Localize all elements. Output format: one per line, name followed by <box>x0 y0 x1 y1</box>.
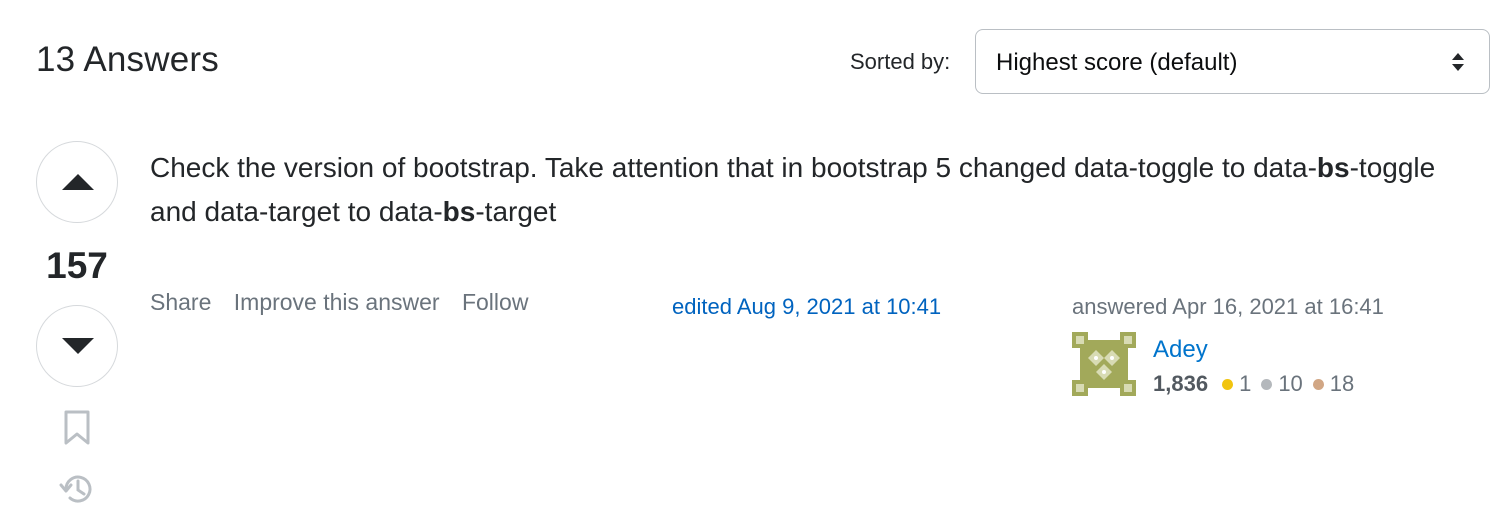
chevron-up-icon <box>62 174 94 190</box>
bronze-badge-count: 18 <box>1329 371 1355 396</box>
upvote-button[interactable] <box>36 141 118 223</box>
share-link[interactable]: Share <box>150 289 211 315</box>
silver-badge-dot-icon <box>1261 378 1273 390</box>
bronze-badge-dot-icon <box>1312 378 1324 390</box>
reputation-score: 1,836 <box>1153 371 1209 396</box>
gold-badge-dot-icon <box>1222 378 1234 390</box>
gold-badge: 1 <box>1222 371 1251 397</box>
vote-count: 157 <box>46 245 108 286</box>
silver-badge: 10 <box>1261 371 1303 397</box>
chevron-down-icon <box>62 338 94 354</box>
sort-select-value: Highest score (default) <box>996 49 1238 76</box>
sort-label: Sorted by: <box>850 49 951 74</box>
answer-text-1: Check the version of bootstrap. Take att… <box>150 152 1317 183</box>
bookmark-icon[interactable] <box>63 410 91 446</box>
sort-arrows-icon <box>1452 53 1464 71</box>
post-menu: Share Improve this answer Follow <box>150 289 544 316</box>
answer-bold-2: bs <box>442 196 476 227</box>
answer-text-3: -target <box>475 196 557 227</box>
bronze-badge: 18 <box>1312 371 1355 397</box>
user-reputation-row: 1,836 1 10 18 <box>1153 371 1364 397</box>
user-name[interactable]: Adey <box>1153 336 1208 364</box>
downvote-button[interactable] <box>36 305 118 387</box>
sort-select[interactable]: Highest score (default) <box>975 29 1490 94</box>
answer-bold-1: bs <box>1316 152 1350 183</box>
history-icon[interactable] <box>58 470 96 508</box>
improve-answer-link[interactable]: Improve this answer <box>234 289 440 315</box>
avatar[interactable] <box>1072 332 1136 396</box>
edited-link[interactable]: edited Aug 9, 2021 at 10:41 <box>672 294 941 320</box>
silver-badge-count: 10 <box>1278 371 1303 396</box>
answer-body: Check the version of bootstrap. Take att… <box>150 146 1470 234</box>
answers-count: 13 Answers <box>36 40 219 79</box>
follow-link[interactable]: Follow <box>462 289 528 315</box>
gold-badge-count: 1 <box>1239 371 1252 396</box>
answered-time: answered Apr 16, 2021 at 16:41 <box>1072 294 1384 319</box>
